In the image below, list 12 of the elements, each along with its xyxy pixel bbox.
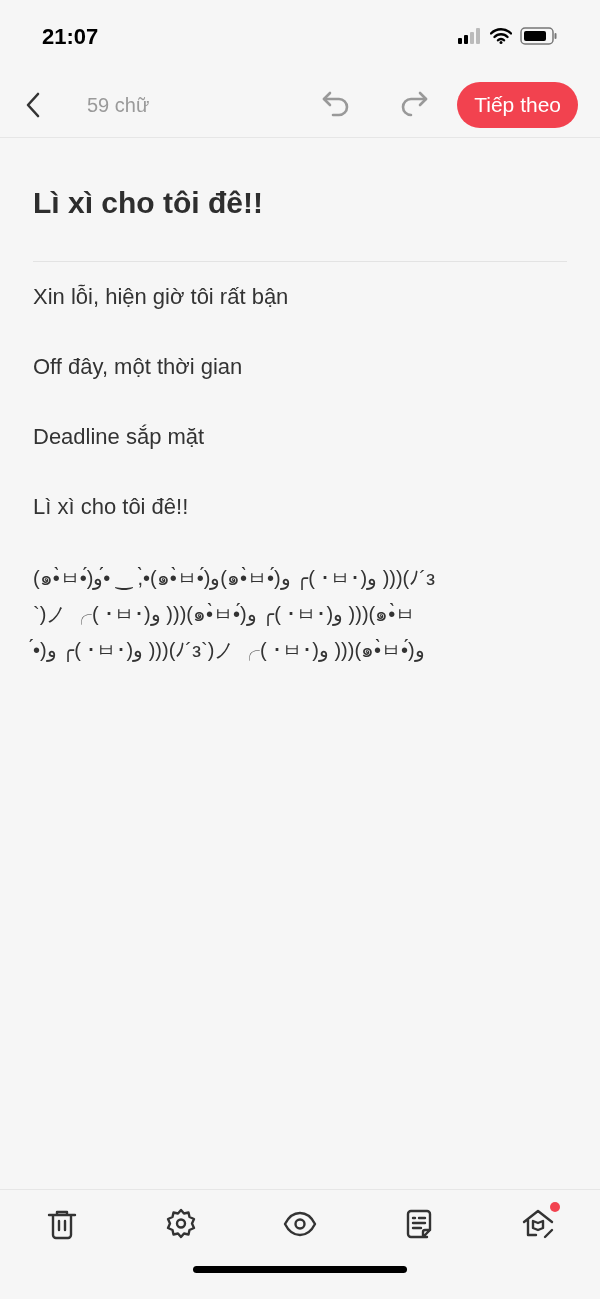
paragraph-text: Xin lỗi, hiện giờ tôi rất bận [33, 284, 289, 309]
signal-icon [458, 28, 482, 44]
next-button[interactable]: Tiếp theo [457, 81, 578, 128]
document-title: Lì xì cho tôi đê!! [33, 185, 264, 221]
status-time: 21:07 [42, 22, 99, 51]
paragraph-text: Lì xì cho tôi đê!! [33, 494, 189, 519]
word-count: 59 chữ [87, 92, 150, 118]
battery-icon [520, 27, 558, 45]
wifi-icon [490, 28, 512, 44]
paragraph-text: Off đây, một thời gian [33, 354, 243, 379]
kaomoji-paragraph: (๑•̀ㅂ•́)و•́ ‿ ,•̀(๑•̀ㅂ•́)و(๑•̀ㅂ•́)و ╭( ･ㅂ･)و )))(ﾉ´з `)ノ ╭( ･ㅂ･)و )))(๑•̀ㅂ•́)و ╭( ･ㅂ･)و )))(๑•̀ㅂ •́)و ╭( ･ㅂ･)و )))(ﾉ´з`)ノ ╭( ･ㅂ･)و )))(๑•̀ㅂ•́)و [33, 566, 436, 664]
paragraph-text: Deadline sắp mặt [33, 424, 205, 449]
